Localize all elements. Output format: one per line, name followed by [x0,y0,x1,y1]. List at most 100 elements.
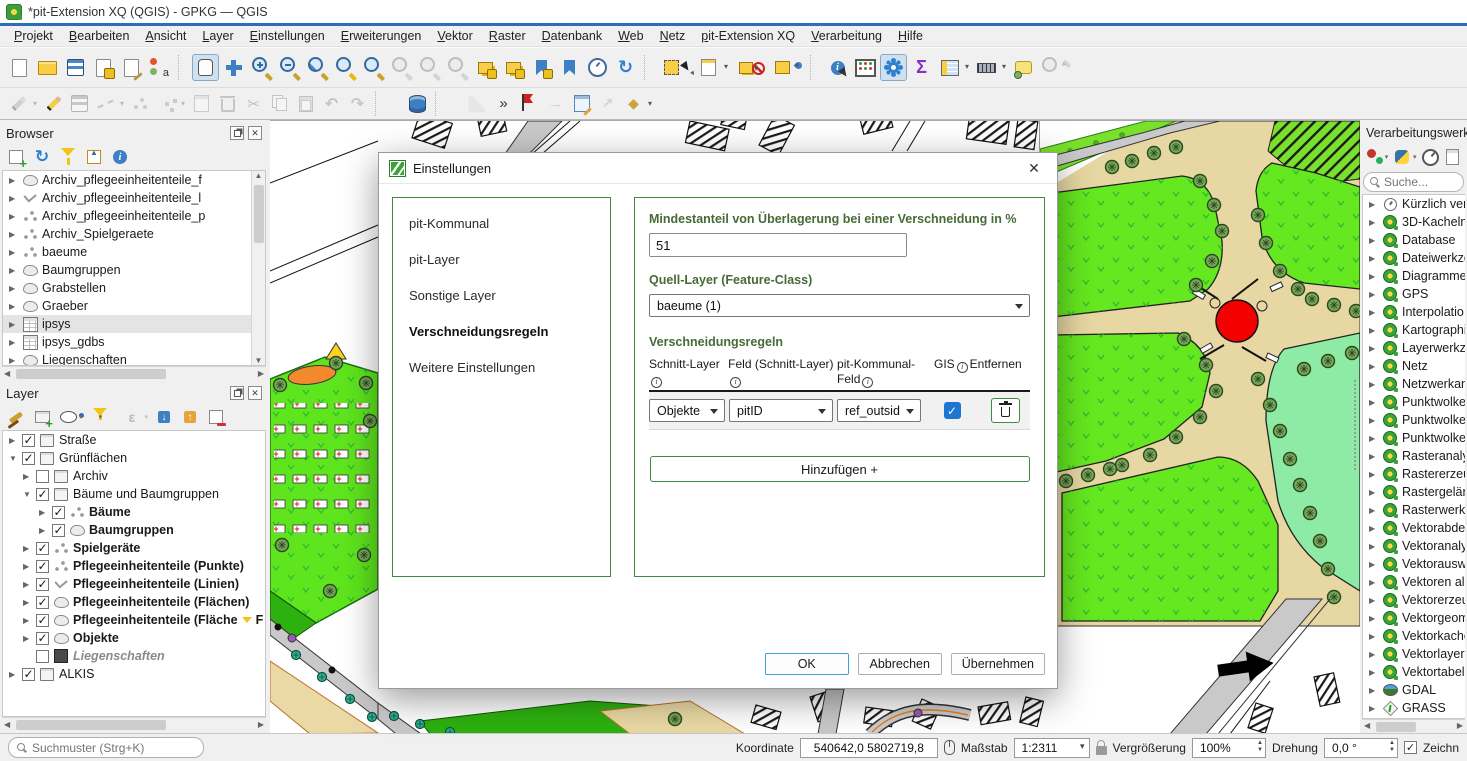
browser-horizontal-scrollbar[interactable]: ◀▶ [2,366,266,380]
expand-arrow-icon[interactable]: ▶ [9,266,18,275]
expand-arrow-icon[interactable]: ▶ [39,526,48,535]
expand-arrow-icon[interactable]: ▶ [1369,470,1378,479]
show-bookmarks-icon[interactable] [556,54,583,81]
layer-visibility-checkbox[interactable] [36,596,49,609]
results-viewer-icon[interactable] [1443,146,1463,168]
toolbar-separator[interactable] [644,55,653,80]
info-icon[interactable] [957,362,968,373]
processing-group-item[interactable]: ▶ Vektorerzeu [1363,591,1465,609]
toolbar-overflow-icon[interactable] [491,91,516,116]
pit-edit-form-icon[interactable] [569,91,594,116]
expand-arrow-icon[interactable]: ▶ [23,562,32,571]
expand-arrow-icon[interactable]: ▶ [1369,200,1378,209]
expand-arrow-icon[interactable]: ▶ [1369,632,1378,641]
new-spatial-bookmark-icon[interactable] [528,54,555,81]
browser-vertical-scrollbar[interactable]: ▲▼ [251,171,265,365]
refresh-browser-icon[interactable] [30,146,54,168]
layer-visibility-checkbox[interactable] [36,470,49,483]
layer-visibility-checkbox[interactable] [36,578,49,591]
layer-visibility-checkbox[interactable] [52,506,65,519]
zoom-in-icon[interactable] [248,54,275,81]
panel-splitter[interactable] [1354,380,1359,470]
expand-arrow-icon[interactable]: ▶ [1369,686,1378,695]
add-group-icon[interactable] [30,406,54,428]
menu-item[interactable]: Layer [194,27,241,45]
expand-arrow-icon[interactable]: ▶ [1369,272,1378,281]
expand-arrow-icon[interactable]: ▶ [23,616,32,625]
expand-arrow-icon[interactable]: ▶ [1369,488,1378,497]
expand-arrow-icon[interactable]: ▼ [23,490,32,499]
filter-browser-icon[interactable] [56,146,80,168]
expand-arrow-icon[interactable]: ▶ [9,356,18,365]
current-edits-icon[interactable] [6,91,31,116]
menu-item[interactable]: Ansicht [137,27,194,45]
processing-group-item[interactable]: ▶ Punktwolke [1363,393,1465,411]
toolbar-separator[interactable] [375,91,400,116]
processing-group-item[interactable]: ▶ Vektorgeom [1363,609,1465,627]
browser-item[interactable]: ▶ baeume [3,243,251,261]
float-panel-icon[interactable] [230,386,244,400]
zoom-to-selection-icon[interactable] [360,54,387,81]
expand-arrow-icon[interactable]: ▶ [9,248,18,257]
pit-resize-icon[interactable] [595,91,620,116]
expand-arrow-icon[interactable]: ▼ [9,454,18,463]
expand-arrow-icon[interactable]: ▶ [1369,524,1378,533]
python-models-icon[interactable] [1392,146,1412,168]
dialog-nav-item[interactable]: pit-Layer [409,252,594,267]
processing-search[interactable] [1363,172,1464,192]
expand-arrow-icon[interactable]: ▶ [1369,542,1378,551]
refresh-map-icon[interactable] [612,54,639,81]
layout-manager-icon[interactable] [118,54,145,81]
dialog-close-button[interactable]: ✕ [1021,156,1047,180]
processing-group-item[interactable]: ▶ GPS [1363,285,1465,303]
expand-arrow-icon[interactable]: ▶ [1369,452,1378,461]
overlap-input[interactable]: 51 [649,233,907,257]
menu-item[interactable]: Projekt [6,27,61,45]
delete-selected-icon[interactable] [215,91,240,116]
pit-select-icon[interactable] [517,91,542,116]
expand-arrow-icon[interactable]: ▶ [1369,254,1378,263]
layer-item[interactable]: ▼ Grünflächen [3,449,265,467]
expand-arrow-icon[interactable]: ▶ [23,634,32,643]
menu-item[interactable]: Raster [481,27,534,45]
pit-kommunal-feld-select[interactable]: ref_outsid [837,399,921,422]
filter-by-expression-icon[interactable] [120,406,144,428]
layer-item[interactable]: ▶ Bäume [3,503,265,521]
processing-group-item[interactable]: ▶ Diagramme [1363,267,1465,285]
layer-visibility-checkbox[interactable] [52,524,65,537]
expand-arrow-icon[interactable]: ▶ [1369,236,1378,245]
layer-visibility-checkbox[interactable] [22,434,35,447]
manage-map-themes-icon[interactable] [56,406,80,428]
processing-group-item[interactable]: ▶ Rasterwerkz [1363,501,1465,519]
layer-visibility-checkbox[interactable] [36,542,49,555]
expand-arrow-icon[interactable]: ▶ [9,338,18,347]
processing-group-item[interactable]: ▶ Kürzlich ver [1363,195,1465,213]
dialog-nav-item[interactable]: pit-Kommunal [409,216,594,231]
pan-map-icon[interactable] [192,54,219,81]
processing-group-item[interactable]: ▶ Vektorlayeri [1363,645,1465,663]
remove-rule-button[interactable] [991,398,1020,423]
layer-visibility-checkbox[interactable] [36,560,49,573]
new-print-layout-icon[interactable] [90,54,117,81]
expand-arrow-icon[interactable]: ▶ [23,472,32,481]
processing-group-item[interactable]: ▶ Layerwerkze [1363,339,1465,357]
save-edits-icon[interactable] [67,91,92,116]
properties-widget-icon[interactable] [108,146,132,168]
expand-arrow-icon[interactable]: ▶ [23,544,32,553]
digitize-line-icon[interactable] [93,91,118,116]
processing-group-item[interactable]: ▶ 3D-Kacheln [1363,213,1465,231]
expand-arrow-icon[interactable]: ▶ [9,230,18,239]
processing-horizontal-scrollbar[interactable]: ◀▶ [1362,719,1465,731]
schnitt-layer-select[interactable]: Objekte [649,399,725,422]
toggle-editing-icon[interactable] [41,91,66,116]
identify-features-icon[interactable] [824,54,851,81]
menu-item[interactable]: Bearbeiten [61,27,137,45]
processing-group-item[interactable]: ▶ Rastererzeu [1363,465,1465,483]
expand-arrow-icon[interactable]: ▶ [1369,560,1378,569]
expand-all-icon[interactable] [152,406,176,428]
menu-item[interactable]: Netz [652,27,694,45]
open-project-icon[interactable] [34,54,61,81]
processing-group-item[interactable]: ▶ Rasteranaly [1363,447,1465,465]
processing-group-item[interactable]: ▶ Vektoren all [1363,573,1465,591]
deselect-features-icon[interactable] [732,54,759,81]
